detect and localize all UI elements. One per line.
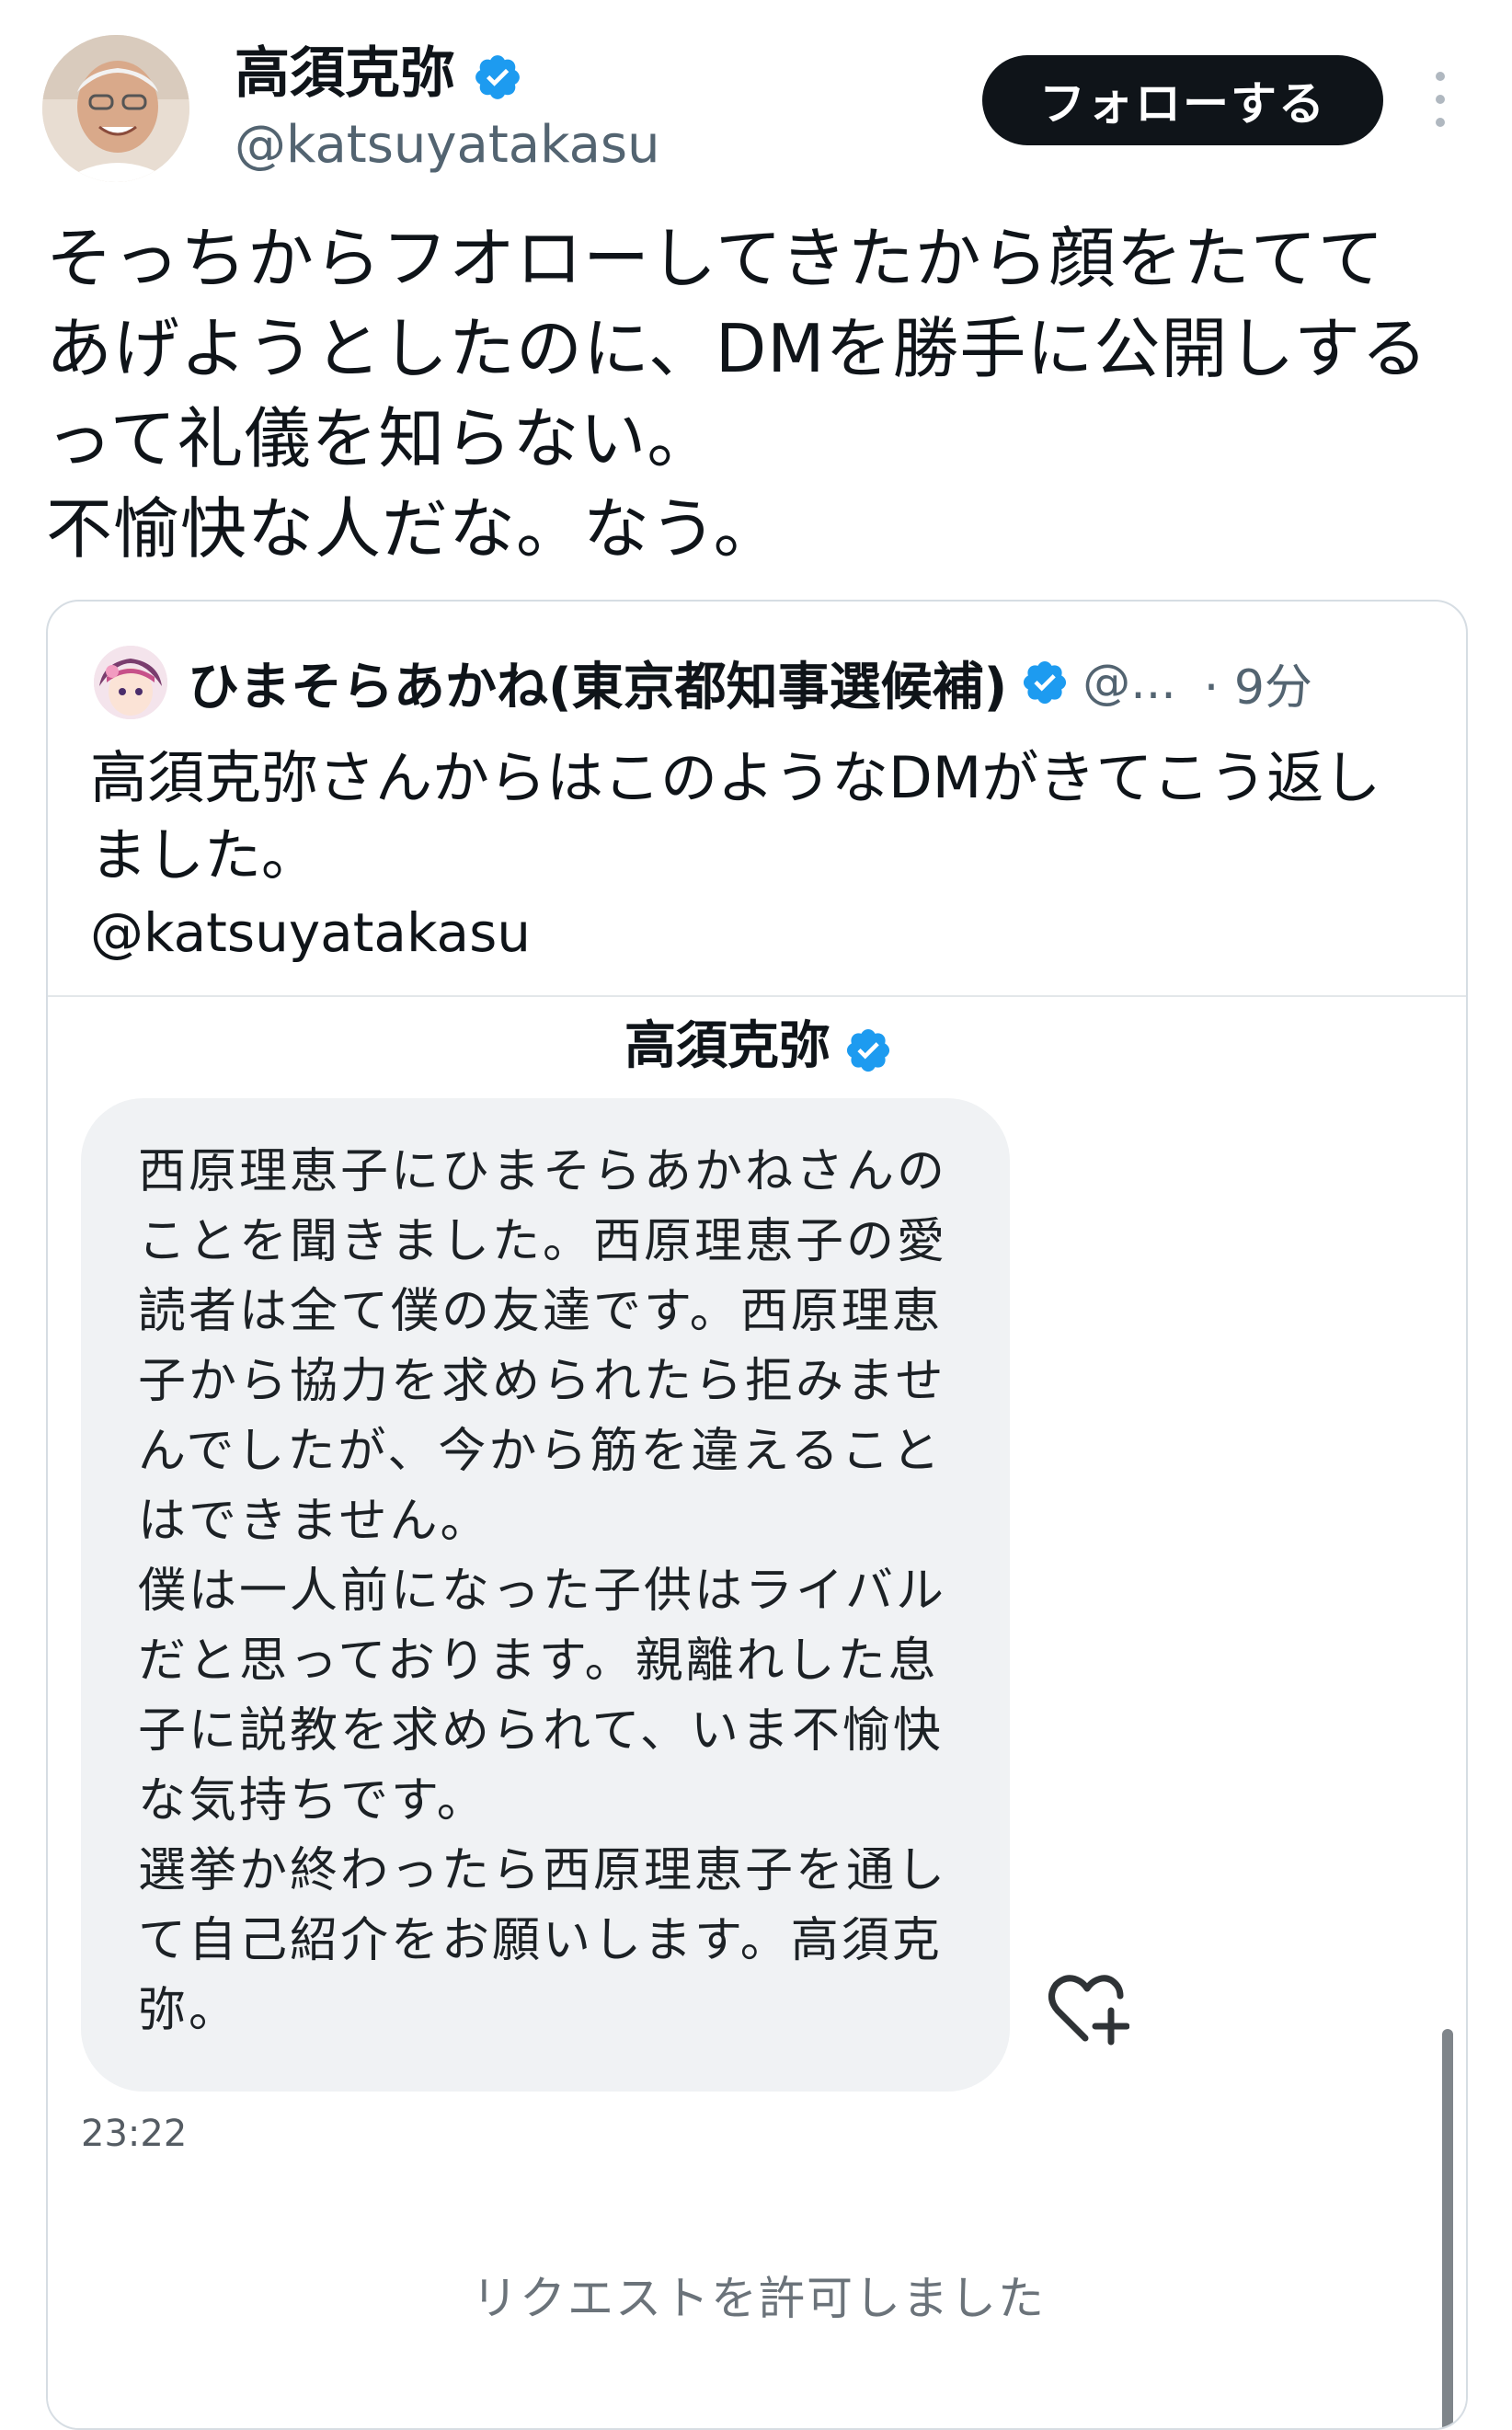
heart-add-icon [1047,1970,1130,2047]
dm-timestamp: 23:22 [81,2113,188,2155]
verified-badge-icon [1020,658,1070,707]
quoted-tweet-header: ひまそらあかね(東京都知事選候補) @... · 9分 [94,646,1312,719]
author-name-row[interactable]: 高須克弥 [235,37,523,110]
tweet-text: そっちからフオローしてきたから顔をたてて あげようとしたのに、DMを勝手に公開し… [46,220,1428,567]
verified-badge-icon [843,1022,893,1072]
dm-message-text: 西原理恵子にひまそらあかねさんの ことを聞きました。西原理恵子の愛 読者は全て僕… [138,1144,948,2038]
quoted-tweet-time[interactable]: · 9分 [1204,648,1312,717]
quoted-tweet-mention-link[interactable]: @katsuyatakasu [90,896,531,969]
quoted-author-handle[interactable]: @... [1082,655,1176,710]
quoted-author-avatar[interactable] [94,646,167,719]
dm-conversation-title: 高須克弥 [48,1010,1466,1083]
author-avatar[interactable] [42,35,189,182]
author-display-name[interactable]: 高須克弥 [235,37,455,110]
dm-screenshot-image[interactable]: 高須克弥 西原理恵子にひまそらあかねさんの ことを聞きました。西原理恵子の愛 読… [48,995,1466,2428]
dm-message-bubble: 西原理恵子にひまそらあかねさんの ことを聞きました。西原理恵子の愛 読者は全て僕… [81,1098,1010,2092]
quoted-tweet-card[interactable]: ひまそらあかね(東京都知事選候補) @... · 9分 高須克弥さんからはこのよ… [46,600,1468,2430]
dm-scrollbar [1442,2029,1453,2428]
verified-badge-icon [472,48,523,99]
dm-system-message: リクエストを許可しました [472,2272,1046,2325]
quoted-author-name[interactable]: ひまそらあかね(東京都知事選候補) [188,646,1007,720]
more-options-icon[interactable] [1424,72,1457,127]
quoted-tweet-text: 高須克弥さんからはこのようなDMがきてこう返し ました。 [90,744,1381,888]
follow-button[interactable]: フォローする [982,55,1383,145]
dm-partner-name: 高須克弥 [624,1016,830,1076]
author-handle[interactable]: @katsuyatakasu [235,112,660,178]
